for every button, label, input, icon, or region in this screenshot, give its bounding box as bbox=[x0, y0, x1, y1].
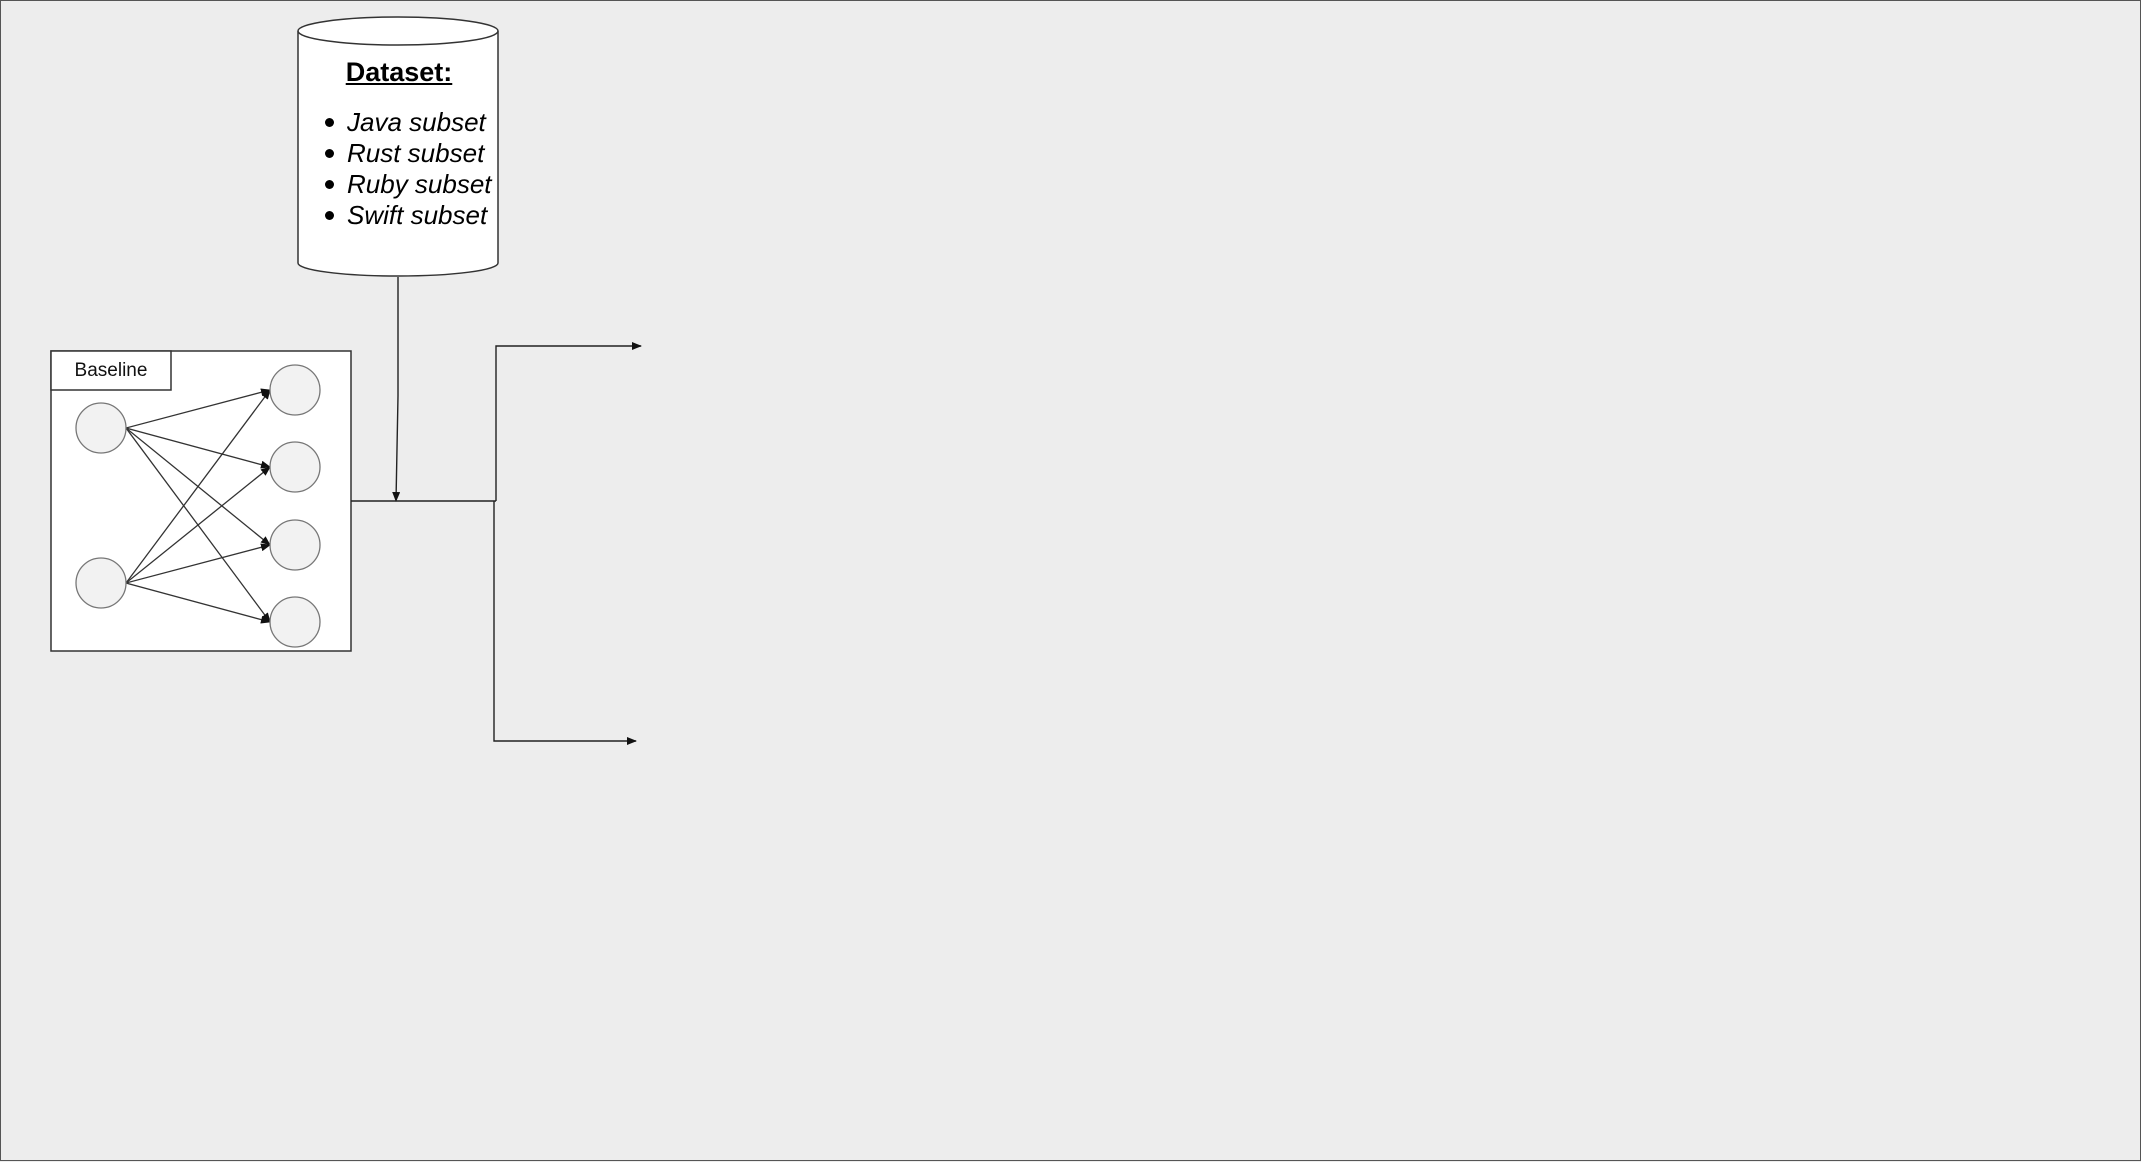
output-node-2[interactable] bbox=[269, 441, 321, 493]
dataset-to-junction-arrow[interactable] bbox=[392, 277, 401, 502]
dataset-item-rust: Rust subset bbox=[325, 138, 499, 169]
dataset-item-swift: Swift subset bbox=[325, 200, 499, 231]
upper-branch-arrow[interactable] bbox=[495, 342, 642, 501]
bullet-icon bbox=[325, 149, 334, 158]
baseline-label-text: Baseline bbox=[74, 359, 148, 381]
connectors bbox=[351, 277, 642, 745]
dataset-content: Dataset: Java subset Rust subset Ruby su… bbox=[299, 51, 499, 251]
dataset-list: Java subset Rust subset Ruby subset Swif… bbox=[299, 107, 499, 231]
baseline-label: Baseline bbox=[51, 351, 171, 390]
output-node-1[interactable] bbox=[269, 364, 321, 416]
dataset-title: Dataset: bbox=[345, 57, 453, 87]
dataset-item-label: Swift subset bbox=[347, 200, 488, 230]
dataset-item-ruby: Ruby subset bbox=[325, 169, 499, 200]
bullet-icon bbox=[325, 118, 334, 127]
lower-branch-arrow[interactable] bbox=[493, 501, 637, 745]
dataset-item-java: Java subset bbox=[325, 107, 499, 138]
diagram-canvas: Baseline Dataset: Java subset Rust subse… bbox=[0, 0, 2141, 1161]
output-node-3[interactable] bbox=[269, 519, 321, 571]
dataset-item-label: Rust subset bbox=[347, 138, 485, 168]
dataset-item-label: Java subset bbox=[347, 107, 486, 137]
bullet-icon bbox=[325, 180, 334, 189]
dataset-item-label: Ruby subset bbox=[347, 169, 492, 199]
bullet-icon bbox=[325, 211, 334, 220]
dataset-cylinder-top bbox=[297, 16, 499, 46]
input-node-2[interactable] bbox=[75, 557, 127, 609]
input-node-1[interactable] bbox=[75, 402, 127, 454]
output-node-4[interactable] bbox=[269, 596, 321, 648]
